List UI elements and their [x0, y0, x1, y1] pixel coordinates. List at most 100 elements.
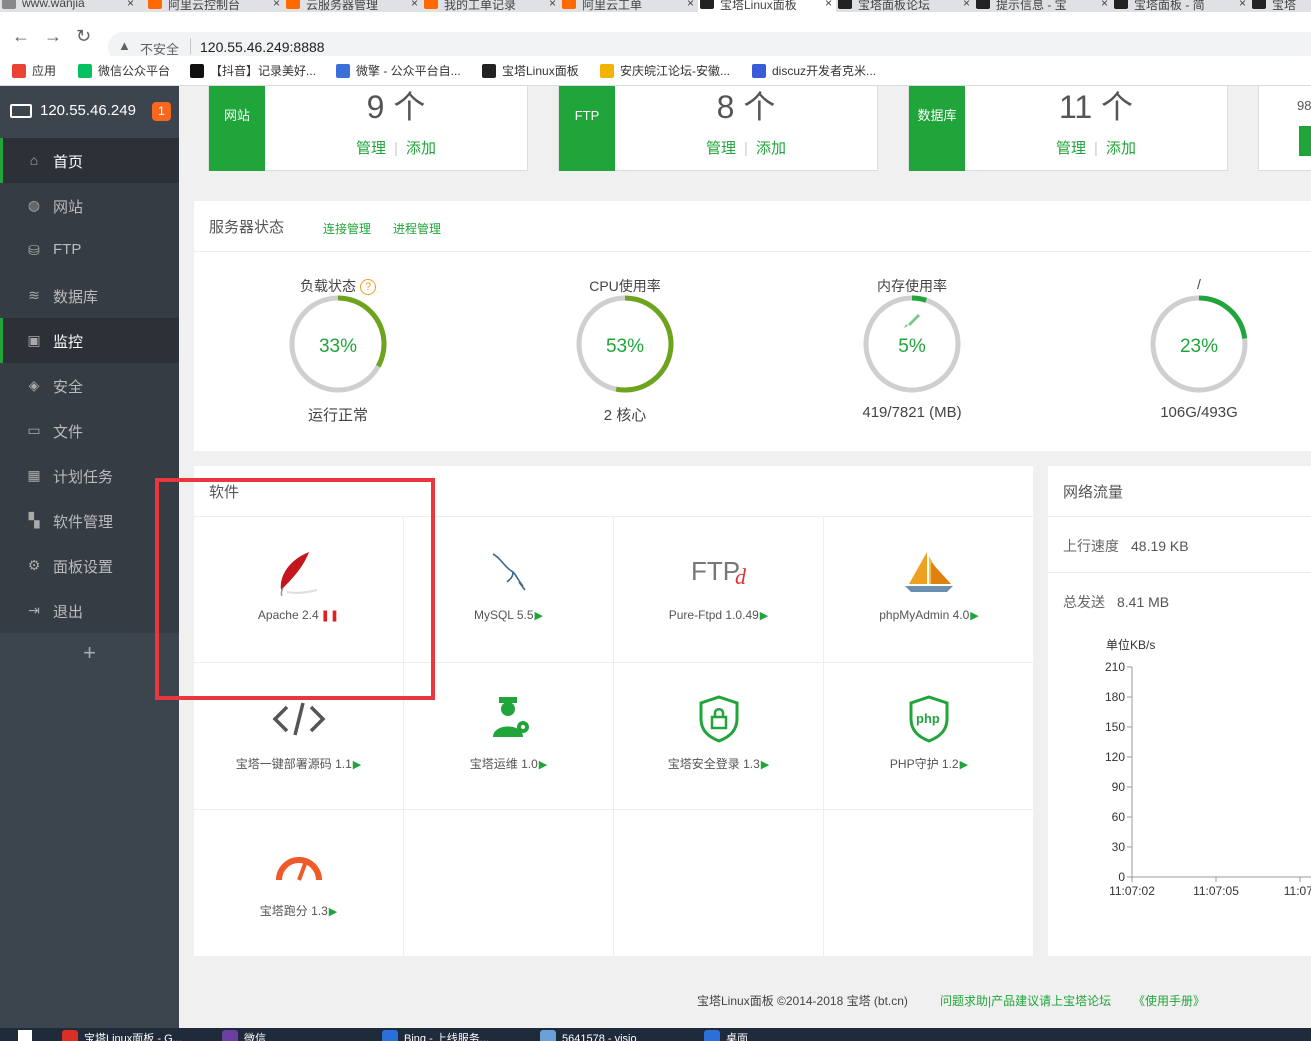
- tab-close-icon[interactable]: ×: [1239, 0, 1246, 10]
- taskbar-item[interactable]: 微信: [222, 1030, 266, 1041]
- sidebar-item-label: 计划任务: [53, 469, 114, 486]
- taskbar-item-label: Bing - 上线服务...: [404, 1033, 489, 1041]
- software-item[interactable]: FTP d Pure-Ftpd 1.0.49▶: [614, 516, 824, 663]
- chart-unit-label: 单位KB/s: [1106, 637, 1155, 652]
- play-icon[interactable]: ▶: [353, 759, 361, 771]
- bookmark-item[interactable]: 安庆皖江论坛-安徽...: [600, 62, 730, 79]
- play-icon[interactable]: ▶: [960, 759, 968, 771]
- sidebar-item[interactable]: ▦ 计划任务: [0, 453, 179, 498]
- add-link[interactable]: 添加: [756, 140, 786, 157]
- gauge-title-text: 内存使用率: [877, 278, 947, 294]
- tab-close-icon[interactable]: ×: [411, 0, 418, 10]
- add-link[interactable]: 添加: [1106, 140, 1136, 157]
- browser-tab[interactable]: 宝塔Linux面板 ×: [698, 0, 836, 12]
- sidebar-item[interactable]: ◈ 安全: [0, 363, 179, 408]
- bookmark-item[interactable]: 【抖音】记录美好...: [190, 62, 316, 79]
- forward-icon[interactable]: →: [44, 26, 62, 47]
- sidebar-item[interactable]: ≋ 数据库: [0, 273, 179, 318]
- process-manage-link[interactable]: 进程管理: [393, 220, 441, 237]
- software-name: phpMyAdmin 4.0: [879, 608, 970, 622]
- sidebar-item-icon: ⌂: [29, 152, 39, 168]
- tab-close-icon[interactable]: ×: [687, 0, 694, 10]
- tab-label: 提示信息 - 宝: [996, 0, 1067, 12]
- notification-badge[interactable]: 1: [152, 102, 171, 121]
- back-icon[interactable]: ←: [12, 26, 30, 47]
- sidebar-item[interactable]: ▭ 文件: [0, 408, 179, 453]
- browser-tab[interactable]: 宝塔面板论坛 ×: [836, 0, 974, 12]
- manual-link[interactable]: 《使用手册》: [1133, 992, 1205, 1009]
- browser-tab[interactable]: www.wanjia ×: [0, 0, 138, 12]
- taskbar-app-icon: [704, 1030, 720, 1041]
- software-item[interactable]: MySQL 5.5▶: [404, 516, 614, 663]
- browser-tab[interactable]: 我的工单记录 ×: [422, 0, 560, 12]
- y-tick-label: 210: [1105, 660, 1125, 674]
- stat-card-actions: 管理 | 添加: [209, 137, 527, 158]
- bookmark-favicon-icon: [600, 64, 614, 78]
- manage-link[interactable]: 管理: [706, 140, 736, 157]
- play-icon[interactable]: ▶: [535, 610, 543, 622]
- software-item[interactable]: 宝塔跑分 1.3▶: [194, 810, 404, 957]
- sidebar-item[interactable]: ▚ 软件管理: [0, 498, 179, 543]
- taskbar-item[interactable]: 5641578 - visio: [540, 1030, 637, 1041]
- bookmark-item[interactable]: 应用: [12, 62, 56, 79]
- rocket-icon[interactable]: [904, 314, 920, 328]
- sidebar-item-icon: ▭: [27, 422, 41, 438]
- reload-icon[interactable]: ↻: [76, 26, 91, 47]
- bookmark-item[interactable]: 微擎 - 公众平台自...: [336, 62, 461, 79]
- software-name: 宝塔安全登录 1.3: [667, 757, 760, 771]
- taskbar-item[interactable]: Bing - 上线服务...: [382, 1030, 489, 1041]
- play-icon[interactable]: ▶: [539, 759, 547, 771]
- browser-tab[interactable]: 宝塔: [1250, 0, 1311, 12]
- tab-close-icon[interactable]: ×: [1101, 0, 1108, 10]
- sidebar-item[interactable]: ⚙ 面板设置: [0, 543, 179, 588]
- bookmark-item[interactable]: 宝塔Linux面板: [482, 62, 579, 79]
- sidebar-item-icon: ▚: [28, 512, 40, 528]
- tab-close-icon[interactable]: ×: [273, 0, 280, 10]
- play-icon[interactable]: ▶: [970, 610, 978, 622]
- bookmark-item[interactable]: 微信公众平台: [78, 62, 170, 79]
- add-link[interactable]: 添加: [406, 140, 436, 157]
- taskbar-item[interactable]: 宝塔Linux面板 - G...: [62, 1030, 182, 1041]
- browser-tab[interactable]: 提示信息 - 宝 ×: [974, 0, 1112, 12]
- tab-close-icon[interactable]: ×: [549, 0, 556, 10]
- tab-close-icon[interactable]: ×: [127, 0, 134, 10]
- tab-close-icon[interactable]: ×: [825, 0, 832, 10]
- sidebar-item[interactable]: ⛁ FTP: [0, 228, 179, 273]
- url-separator: [190, 38, 191, 54]
- gauge: 内存使用率 5% 419/7821 (MB): [822, 276, 1002, 456]
- software-item[interactable]: 宝塔运维 1.0▶: [404, 663, 614, 810]
- manage-link[interactable]: 管理: [356, 140, 386, 157]
- network-title: 网络流量: [1063, 484, 1124, 501]
- software-item[interactable]: 宝塔安全登录 1.3▶: [614, 663, 824, 810]
- software-name: Pure-Ftpd 1.0.49: [668, 608, 759, 622]
- browser-tab[interactable]: 宝塔面板 - 简 ×: [1112, 0, 1250, 12]
- stat-card-count: 8 个: [716, 89, 776, 125]
- sidebar-item-label: 数据库: [53, 289, 99, 306]
- help-icon[interactable]: ?: [360, 279, 376, 295]
- sidebar-item[interactable]: ⇥ 退出: [0, 588, 179, 633]
- software-item[interactable]: phpMyAdmin 4.0▶: [824, 516, 1034, 663]
- stat-card: 网站 9 个管理 | 添加: [208, 86, 528, 171]
- bookmark-item[interactable]: discuz开发者克米...: [752, 62, 876, 79]
- play-icon[interactable]: ▶: [761, 759, 769, 771]
- browser-tab[interactable]: 阿里云工单 ×: [560, 0, 698, 12]
- sidebar-item[interactable]: ◍ 网站: [0, 183, 179, 228]
- connection-manage-link[interactable]: 连接管理: [323, 220, 371, 237]
- play-icon[interactable]: ▶: [329, 906, 337, 918]
- tab-close-icon[interactable]: ×: [963, 0, 970, 10]
- manage-link[interactable]: 管理: [1056, 140, 1086, 157]
- sidebar-item[interactable]: ⌂ 首页: [0, 138, 179, 183]
- windows-start-icon[interactable]: [18, 1030, 32, 1041]
- sidebar-item-icon: ▦: [27, 467, 41, 483]
- software-item[interactable]: php PHP守护 1.2▶: [824, 663, 1034, 810]
- y-tick-label: 60: [1112, 810, 1126, 824]
- taskbar-item[interactable]: 桌面: [704, 1030, 748, 1041]
- sidebar-item[interactable]: ▣ 监控: [0, 318, 179, 363]
- tab-favicon-icon: [424, 0, 438, 9]
- bookmark-favicon-icon: [752, 64, 766, 78]
- browser-tab[interactable]: 阿里云控制台 ×: [146, 0, 284, 12]
- forum-link[interactable]: 问题求助|产品建议请上宝塔论坛: [940, 992, 1111, 1009]
- browser-tab[interactable]: 云服务器管理 ×: [284, 0, 422, 12]
- add-menu-button[interactable]: +: [0, 635, 179, 675]
- play-icon[interactable]: ▶: [760, 610, 768, 622]
